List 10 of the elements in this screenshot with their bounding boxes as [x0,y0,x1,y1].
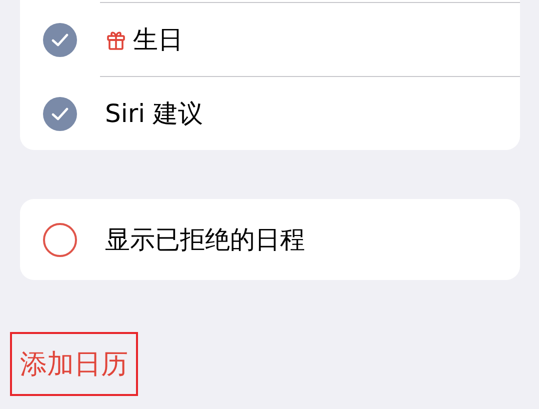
calendar-label: Siri 建议 [105,98,203,130]
checkbox[interactable] [43,96,77,130]
option-label: 显示已拒绝的日程 [105,224,305,256]
gift-icon [105,28,127,50]
checkbox[interactable] [43,22,77,56]
checkmark-icon [51,106,69,120]
checkbox[interactable] [43,222,77,256]
checkmark-icon [51,32,69,46]
add-calendar-button[interactable]: 添加日历 [10,332,138,396]
calendar-label: 生日 [133,24,183,56]
